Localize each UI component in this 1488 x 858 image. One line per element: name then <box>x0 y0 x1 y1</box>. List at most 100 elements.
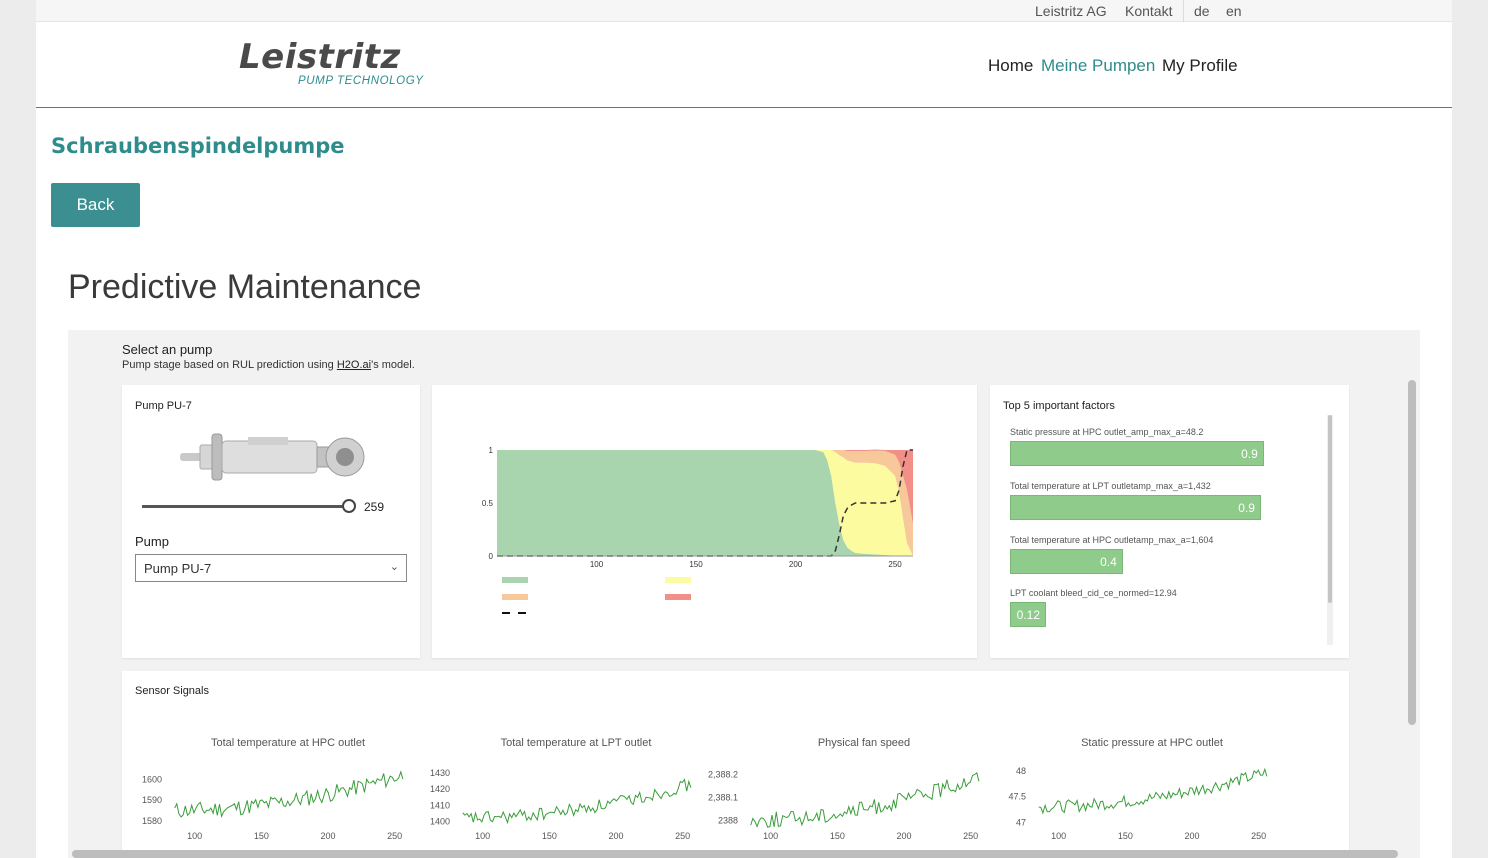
y-tick-label: 1590 <box>142 795 162 805</box>
factor-item: Total temperature at LPT outletamp_max_a… <box>1010 481 1261 520</box>
factor-item: Total temperature at HPC outletamp_max_a… <box>1010 535 1213 574</box>
pump-select[interactable]: Pump PU-7 ⌄ <box>135 554 407 582</box>
legend-swatch <box>502 594 528 600</box>
y-tick-label: 1410 <box>430 800 450 810</box>
lang-de-link[interactable]: de <box>1194 3 1210 19</box>
factor-bar: 0.12 <box>1010 602 1046 627</box>
sensor-chart-title: Total temperature at LPT outlet <box>501 737 652 749</box>
x-tick-label: 150 <box>542 831 557 841</box>
x-tick-label: 200 <box>789 560 803 569</box>
chevron-down-icon: ⌄ <box>389 561 399 573</box>
x-tick-label: 250 <box>888 560 902 569</box>
x-tick-label: 250 <box>963 831 978 841</box>
subtitle-text-end: 's model. <box>371 359 415 371</box>
x-tick-label: 100 <box>763 831 778 841</box>
factor-bar: 0.9 <box>1010 441 1264 466</box>
section-title: Predictive Maintenance <box>68 268 422 306</box>
vertical-scrollbar[interactable] <box>1408 380 1416 725</box>
x-tick-label: 100 <box>590 560 604 569</box>
sensor-chart-title: Physical fan speed <box>818 737 910 749</box>
x-tick-label: 150 <box>830 831 845 841</box>
x-tick-label: 100 <box>475 831 490 841</box>
company-link[interactable]: Leistritz AG <box>1035 3 1107 19</box>
factor-item: LPT coolant bleed_cid_ce_normed=12.94 0.… <box>1010 588 1177 627</box>
subtitle-text: Pump stage based on RUL prediction using <box>122 359 337 371</box>
factor-item: Static pressure at HPC outlet_amp_max_a=… <box>1010 427 1264 466</box>
sensor-card: Sensor Signals Total temperature at HPC … <box>122 671 1349 858</box>
y-tick-label: 0 <box>489 552 494 561</box>
page: Leistritz AG Kontakt de en Leistritz PUM… <box>36 0 1452 858</box>
nav-my-pumps[interactable]: Meine Pumpen <box>1041 56 1155 76</box>
sensor-chart-title: Total temperature at HPC outlet <box>211 737 365 749</box>
y-tick-label: 47.5 <box>1008 792 1026 802</box>
stage-slider-thumb[interactable] <box>342 499 356 513</box>
sensor-charts: Total temperature at HPC outlet 100 150 200… <box>142 737 1268 841</box>
x-tick-label: 250 <box>1251 831 1266 841</box>
factor-label: Total temperature at HPC outletamp_max_a… <box>1010 535 1214 545</box>
y-tick-label: 1430 <box>430 768 450 778</box>
factors-scrollbar[interactable] <box>1327 415 1333 645</box>
pump-select-value: Pump PU-7 <box>144 561 212 576</box>
stage-chart-card: 0 0.5 1 100 150 200 250 <box>432 385 977 658</box>
pump-image <box>180 433 365 481</box>
legend-swatch <box>665 577 691 583</box>
factor-bar: 0.4 <box>1010 549 1123 574</box>
pump-card: Pump PU-7 259 Pump Pump PU-7 ⌄ <box>122 385 420 658</box>
site-header: Leistritz PUMP TECHNOLOGY Home Meine Pum… <box>36 22 1452 108</box>
logo-tagline: PUMP TECHNOLOGY <box>298 75 424 87</box>
x-tick-label: 150 <box>689 560 703 569</box>
factors-list: Static pressure at HPC outlet_amp_max_a=… <box>1010 419 1330 645</box>
factor-bar: 0.9 <box>1010 495 1261 520</box>
y-tick-label: 0.5 <box>482 499 494 508</box>
y-tick-label: 2,388.1 <box>708 792 738 802</box>
pump-card-title: Pump PU-7 <box>135 400 192 412</box>
slider-value: 259 <box>364 500 385 514</box>
y-tick-label: 1600 <box>142 775 162 785</box>
sensor-chart-title: Static pressure at HPC outlet <box>1081 737 1223 749</box>
legend-swatch <box>502 577 528 583</box>
x-tick-label: 100 <box>187 831 202 841</box>
x-tick-label: 150 <box>1118 831 1133 841</box>
pump-select-label: Pump <box>135 534 169 549</box>
sensor-line <box>750 772 980 828</box>
topbar-divider <box>1183 0 1184 22</box>
nav-home[interactable]: Home <box>988 56 1033 76</box>
factors-scrollbar-thumb[interactable] <box>1328 415 1332 603</box>
selector-subtitle: Pump stage based on RUL prediction using… <box>122 359 415 371</box>
dashboard-embed: Select an pump Pump stage based on RUL p… <box>68 330 1420 858</box>
x-tick-label: 150 <box>254 831 269 841</box>
top-bar: Leistritz AG Kontakt de en <box>36 0 1452 22</box>
stage-slider-track[interactable] <box>142 505 350 508</box>
h2o-link[interactable]: H2O.ai <box>337 359 371 371</box>
back-button[interactable]: Back <box>51 183 140 227</box>
y-tick-label: 47 <box>1016 817 1026 827</box>
y-tick-label: 1400 <box>430 817 450 827</box>
x-tick-label: 100 <box>1051 831 1066 841</box>
page-title: Schraubenspindelpumpe <box>51 134 345 158</box>
y-tick-label: 1580 <box>142 816 162 826</box>
y-tick-label: 2,388.2 <box>708 769 738 779</box>
lang-en-link[interactable]: en <box>1226 3 1242 19</box>
factor-label: LPT coolant bleed_cid_ce_normed=12.94 <box>1010 588 1177 598</box>
y-tick-label: 1 <box>489 446 494 455</box>
sensor-line <box>1038 767 1268 815</box>
logo[interactable]: Leistritz <box>239 37 401 77</box>
x-tick-label: 200 <box>608 831 623 841</box>
x-tick-label: 200 <box>1184 831 1199 841</box>
factor-label: Static pressure at HPC outlet_amp_max_a=… <box>1010 427 1204 437</box>
contact-link[interactable]: Kontakt <box>1125 3 1172 19</box>
x-tick-label: 200 <box>320 831 335 841</box>
sensor-line <box>462 778 692 825</box>
x-tick-label: 250 <box>387 831 402 841</box>
factor-label: Total temperature at LPT outletamp_max_a… <box>1010 481 1211 491</box>
y-tick-label: 48 <box>1016 766 1026 776</box>
factors-title: Top 5 important factors <box>1003 400 1115 412</box>
sensor-line <box>174 770 404 819</box>
x-tick-label: 250 <box>675 831 690 841</box>
selector-title: Select an pump <box>122 342 213 357</box>
nav-my-profile[interactable]: My Profile <box>1162 56 1238 76</box>
horizontal-scrollbar[interactable] <box>72 850 1398 858</box>
y-tick-label: 2388 <box>718 815 738 825</box>
factors-card: Top 5 important factors Static pressure … <box>990 385 1349 658</box>
legend-swatch <box>665 594 691 600</box>
